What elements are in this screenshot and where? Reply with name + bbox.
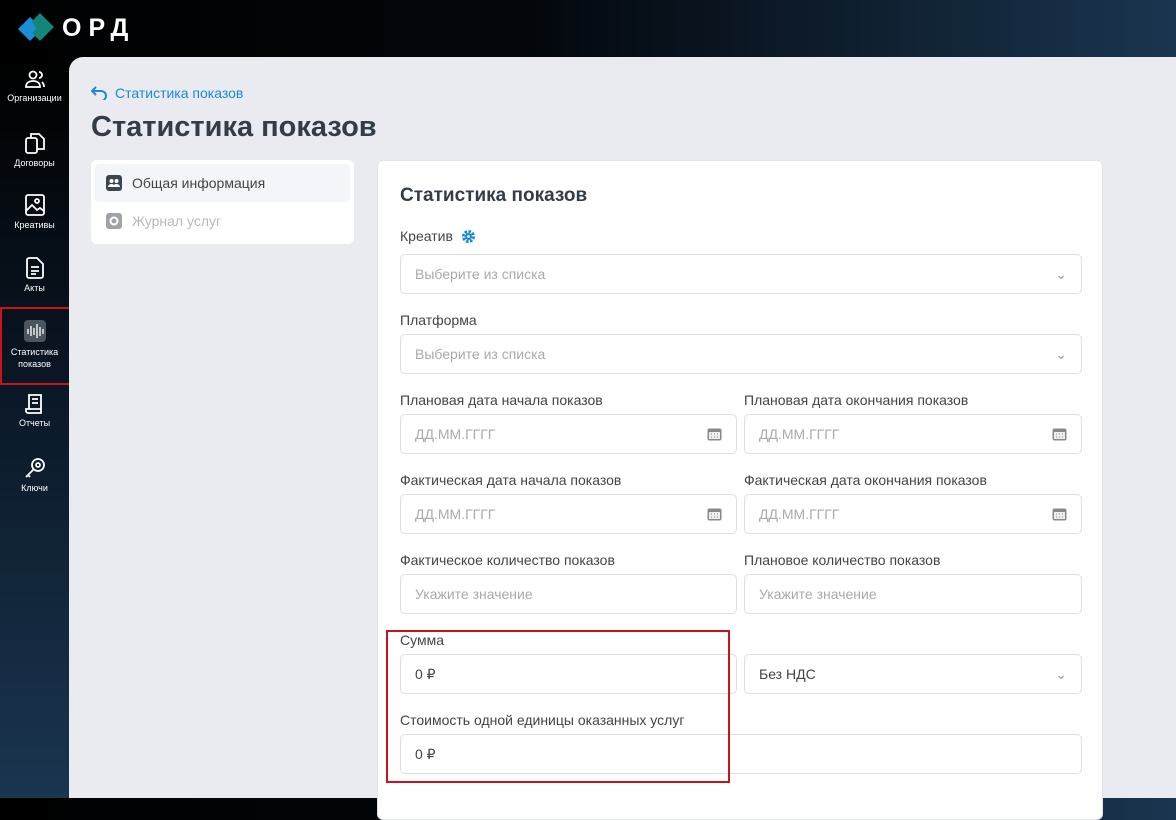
fact-end-label: Фактическая дата окончания показов <box>744 472 987 488</box>
plan-end-label: Плановая дата окончания показов <box>744 392 969 408</box>
chevron-down-icon: ⌄ <box>1055 265 1067 282</box>
calendar-icon[interactable] <box>1052 427 1067 441</box>
plan-start-label: Плановая дата начала показов <box>400 392 603 408</box>
sidebar-item-creatives[interactable]: Креативы <box>0 194 69 230</box>
menu-item-service-log[interactable]: Журнал услуг <box>95 202 350 240</box>
platform-label: Платформа <box>400 312 477 328</box>
top-bar: ОРД <box>0 0 1176 57</box>
sidebar-item-reports[interactable]: Отчеты <box>0 394 69 428</box>
users-icon <box>24 70 45 88</box>
plan-end-date-input[interactable]: ДД.ММ.ГГГГ <box>744 414 1082 454</box>
sidebar-item-contracts[interactable]: Договоры <box>0 132 69 168</box>
image-icon <box>24 194 45 216</box>
users-icon <box>106 175 122 191</box>
plan-count-input[interactable]: Укажите значение <box>744 574 1082 614</box>
plan-start-date-input[interactable]: ДД.ММ.ГГГГ <box>400 414 737 454</box>
page-title: Статистика показов <box>91 111 377 143</box>
logo-text: ОРД <box>62 14 136 42</box>
calendar-icon[interactable] <box>707 427 722 441</box>
sidebar-item-acts[interactable]: Акты <box>0 257 69 293</box>
documents-icon <box>24 133 45 154</box>
back-arrow-icon <box>91 86 107 100</box>
gear-icon <box>106 213 122 229</box>
calendar-icon[interactable] <box>1052 507 1067 521</box>
stats-icon <box>23 320 46 342</box>
key-icon <box>24 458 45 478</box>
main-content: Статистика показов Статистика показов Об… <box>69 57 1176 820</box>
fact-start-label: Фактическая дата начала показов <box>400 472 622 488</box>
fact-end-date-input[interactable]: ДД.ММ.ГГГГ <box>744 494 1082 534</box>
sidebar-item-organizations[interactable]: Организации <box>0 69 69 103</box>
file-icon <box>25 257 44 279</box>
sidebar-item-keys[interactable]: Ключи <box>0 457 69 493</box>
plan-count-label: Плановое количество показов <box>744 552 941 568</box>
calendar-icon[interactable] <box>707 507 722 521</box>
form-card: Статистика показов Креатив Выберите из с… <box>377 160 1103 820</box>
menu-item-general[interactable]: Общая информация <box>95 164 350 202</box>
fact-start-date-input[interactable]: ДД.ММ.ГГГГ <box>400 494 737 534</box>
report-icon <box>24 394 42 414</box>
fact-count-input[interactable]: Укажите значение <box>400 574 737 614</box>
vat-select[interactable]: Без НДС ⌄ <box>744 654 1082 694</box>
fact-count-label: Фактическое количество показов <box>400 552 615 568</box>
back-link[interactable]: Статистика показов <box>91 85 243 101</box>
gear-icon[interactable] <box>461 229 476 244</box>
creative-label: Креатив <box>400 228 476 244</box>
platform-select[interactable]: Выберите из списка ⌄ <box>400 334 1082 374</box>
unit-cost-label: Стоимость одной единицы оказанных услуг <box>400 712 685 728</box>
sum-label: Сумма <box>400 632 444 648</box>
sidebar-item-statistics[interactable]: Статистика показов <box>0 320 69 370</box>
form-title: Статистика показов <box>400 185 588 206</box>
sidebar: Организации Договоры Креативы Акты Стати… <box>0 57 69 798</box>
logo-icon <box>18 11 54 47</box>
creative-select[interactable]: Выберите из списка ⌄ <box>400 254 1082 294</box>
chevron-down-icon: ⌄ <box>1055 345 1067 362</box>
sum-input[interactable]: 0 ₽ <box>400 654 737 694</box>
unit-cost-input[interactable]: 0 ₽ <box>400 734 1082 774</box>
section-menu: Общая информация Журнал услуг <box>91 160 354 244</box>
chevron-down-icon: ⌄ <box>1055 665 1067 682</box>
